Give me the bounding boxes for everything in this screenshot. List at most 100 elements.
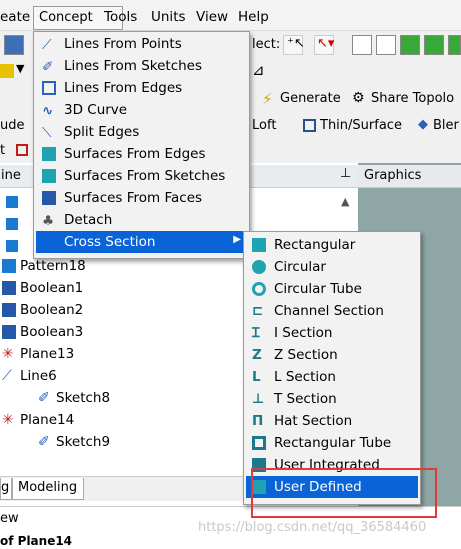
menu-item-channel-section[interactable]: ⊏ Channel Section: [246, 300, 418, 322]
tree-icon: [6, 196, 18, 208]
menu-item-cross-section[interactable]: Cross Section ▶: [36, 231, 247, 253]
tree-item-boolean1[interactable]: Boolean1: [2, 280, 83, 302]
l-section-icon: L: [252, 369, 261, 385]
tree-item-line6[interactable]: ⟋ Line6: [2, 368, 57, 390]
select-edge-icon[interactable]: [376, 35, 396, 55]
generate-icon: ⚡: [262, 90, 273, 108]
pattern-icon: [2, 259, 16, 273]
menu-item-z-section[interactable]: ZZ Section: [246, 344, 418, 366]
menu-item-surfaces-from-sketches[interactable]: Surfaces From Sketches: [36, 165, 247, 187]
graphics-header: Graphics: [358, 165, 461, 188]
menu-item-detach[interactable]: ♣ Detach: [36, 209, 247, 231]
tree-item-pattern18[interactable]: Pattern18: [2, 258, 86, 280]
tree-item-plane13[interactable]: ✳ Plane13: [2, 346, 74, 368]
menubar: eate Concept Tools Units View Help: [0, 0, 461, 31]
select-face-icon[interactable]: [352, 35, 372, 55]
z-section-icon: Z: [252, 347, 262, 363]
hat-section-icon: Π: [252, 413, 264, 429]
extrude-button[interactable]: ude: [0, 118, 25, 133]
menu-view[interactable]: View: [196, 9, 228, 25]
details-title: of Plane14: [0, 534, 73, 548]
highlight-annotation: [251, 468, 437, 518]
boolean-icon: [2, 325, 16, 339]
menu-item-lines-from-points[interactable]: ⟋ Lines From Points: [36, 33, 247, 55]
select-label: lect:: [252, 37, 281, 52]
pin-icon[interactable]: ⊥: [340, 166, 351, 181]
menu-create[interactable]: eate: [0, 9, 30, 25]
share-topology-icon: ⚙: [352, 90, 365, 106]
toolbar-fragment[interactable]: t: [0, 143, 5, 158]
t-section-icon: ⊥: [252, 391, 265, 407]
menu-item-circular-tube[interactable]: Circular Tube: [246, 278, 418, 300]
tree-item-plane14[interactable]: ✳ Plane14: [2, 412, 74, 434]
surface-sketch-icon: [42, 169, 56, 183]
sketch-icon: ✐: [38, 434, 50, 450]
submenu-arrow-icon: ▶: [233, 234, 241, 245]
boolean-icon: [2, 281, 16, 295]
i-section-icon: Ɪ: [252, 325, 260, 341]
loft-button[interactable]: Loft: [252, 118, 276, 133]
menu-item-l-section[interactable]: LL Section: [246, 366, 418, 388]
details-header: ew: [0, 511, 19, 526]
sketch-icon[interactable]: [16, 144, 28, 156]
menu-item-hat-section[interactable]: Π Hat Section: [246, 410, 418, 432]
tree-item-sketch8[interactable]: ✐ Sketch8: [38, 390, 110, 412]
menu-item-i-section[interactable]: ꞮI Section: [246, 322, 418, 344]
split-edge-icon: ⟍: [42, 125, 52, 141]
tab-sketching[interactable]: g: [0, 478, 12, 500]
graphics-title: Graphics: [364, 168, 422, 183]
blend-button[interactable]: Bler: [433, 118, 459, 133]
line-icon: ⟋: [42, 37, 52, 53]
curve-icon: ∿: [42, 103, 54, 119]
color-icon[interactable]: [0, 64, 14, 78]
menu-item-rectangular-tube[interactable]: Rectangular Tube: [246, 432, 418, 454]
generate-button[interactable]: Generate: [280, 91, 341, 106]
menu-item-surfaces-from-faces[interactable]: Surfaces From Faces: [36, 187, 247, 209]
tree-title: ine: [1, 168, 21, 183]
share-topology-button[interactable]: Share Topolo: [371, 91, 454, 106]
select-points-icon[interactable]: ⁺↖: [283, 35, 305, 55]
menu-item-rectangular[interactable]: Rectangular: [246, 234, 418, 256]
tree-icon: [6, 218, 18, 230]
thin-surface-button[interactable]: Thin/Surface: [320, 118, 402, 133]
save-icon[interactable]: [4, 35, 24, 55]
detach-icon: ♣: [42, 213, 55, 229]
thin-surface-icon: [303, 119, 316, 132]
menu-item-surfaces-from-edges[interactable]: Surfaces From Edges: [36, 143, 247, 165]
blend-icon: ◆: [418, 117, 428, 132]
watermark: https://blog.csdn.net/qq_36584460: [198, 520, 427, 535]
menu-item-3d-curve[interactable]: ∿ 3D Curve: [36, 99, 247, 121]
scroll-up-icon[interactable]: ▲: [341, 195, 349, 208]
tree-item-boolean2[interactable]: Boolean2: [2, 302, 83, 324]
select-mode-icon[interactable]: ↖▾: [314, 35, 334, 55]
menu-item-split-edges[interactable]: ⟍ Split Edges: [36, 121, 247, 143]
channel-section-icon: ⊏: [252, 303, 264, 319]
select-extra-icon[interactable]: [448, 35, 461, 55]
rectangular-tube-icon: [252, 436, 266, 450]
tab-modeling[interactable]: Modeling: [12, 478, 84, 500]
plane-icon: ✳: [2, 412, 14, 428]
menu-help[interactable]: Help: [238, 9, 269, 25]
menu-item-circular[interactable]: Circular: [246, 256, 418, 278]
menu-item-t-section[interactable]: ⊥ T Section: [246, 388, 418, 410]
tree-item-sketch9[interactable]: ✐ Sketch9: [38, 434, 110, 456]
menu-units[interactable]: Units: [151, 9, 186, 25]
dropdown-arrow-icon[interactable]: ▼: [16, 62, 24, 75]
menu-item-lines-from-sketches[interactable]: ✐ Lines From Sketches: [36, 55, 247, 77]
tree-icon: [6, 240, 18, 252]
menu-tools[interactable]: Tools: [104, 9, 137, 25]
line-icon: ⟋: [2, 368, 12, 384]
select-part-icon[interactable]: [424, 35, 444, 55]
circular-section-icon: [252, 260, 266, 274]
tree-item-boolean3[interactable]: Boolean3: [2, 324, 83, 346]
select-body-icon[interactable]: [400, 35, 420, 55]
menu-item-lines-from-edges[interactable]: Lines From Edges: [36, 77, 247, 99]
cross-section-submenu: Rectangular Circular Circular Tube ⊏ Chan…: [243, 231, 421, 505]
plane-icon[interactable]: ⊿: [252, 61, 265, 79]
boolean-icon: [2, 303, 16, 317]
circular-tube-icon: [252, 282, 266, 296]
sketch-icon: ✐: [38, 390, 50, 406]
surface-face-icon: [42, 191, 56, 205]
sketch-line-icon: ✐: [42, 59, 54, 75]
rectangular-section-icon: [252, 238, 266, 252]
